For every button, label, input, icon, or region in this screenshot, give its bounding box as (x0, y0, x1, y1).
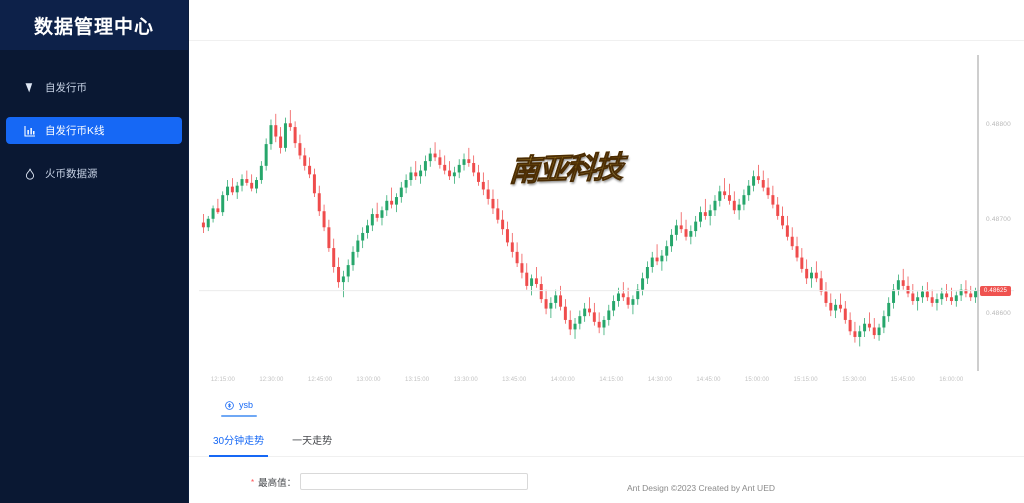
coin-tab-bar: ysb (189, 389, 1024, 423)
tab-label: ysb (239, 400, 254, 410)
tab-active-underline (221, 415, 258, 417)
x-axis-label: 15:30:00 (842, 377, 867, 383)
tab-ysb[interactable]: ysb (215, 395, 263, 417)
x-axis-label: 12:15:00 (210, 377, 235, 383)
x-axis-label: 14:30:00 (647, 377, 672, 383)
x-axis-label: 12:45:00 (307, 377, 333, 383)
candle-series (201, 110, 978, 347)
x-axis-label: 15:15:00 (793, 377, 818, 383)
x-axis-label: 13:15:00 (405, 377, 430, 383)
tabs-section: ysb 30分钟走势 一天走势 * 最高值： (189, 389, 1024, 503)
x-axis-label: 15:45:00 (890, 377, 915, 383)
sidebar-item-zifaxingbi-kline[interactable]: 自发行币K线 (6, 117, 182, 144)
line-chart-icon (24, 125, 36, 137)
tab-one-day-trend[interactable]: 一天走势 (278, 424, 346, 456)
x-axis-label: 14:00:00 (550, 377, 575, 383)
x-axis-label: 12:30:00 (259, 377, 284, 383)
content-area: 南亚科技 0.48800 0.48700 0.48600 0.48625 12:… (189, 41, 1024, 503)
x-axis-label: 16:00:00 (939, 377, 964, 383)
kline-chart[interactable]: 南亚科技 0.48800 0.48700 0.48600 0.48625 12:… (189, 41, 1024, 389)
required-asterisk: * (251, 477, 255, 487)
x-axis-label: 14:15:00 (599, 377, 624, 383)
x-axis-label: 13:00:00 (356, 377, 381, 383)
y-axis-label: 0.48800 (986, 121, 1011, 129)
max-value-label: 最高值： (258, 477, 297, 489)
fire-icon (24, 168, 36, 180)
sidebar-item-label: 自发行币 (45, 82, 87, 94)
y-axis-label: 0.48700 (986, 215, 1011, 223)
max-value-input[interactable] (300, 473, 529, 490)
main-area: 南亚科技 0.48800 0.48700 0.48600 0.48625 12:… (189, 0, 1024, 503)
x-axis-label: 14:45:00 (696, 377, 721, 383)
sidebar-item-huobi-datasource[interactable]: 火币数据源 (6, 160, 182, 187)
sidebar-item-zifaxingbi[interactable]: 自发行币 (6, 74, 182, 101)
max-value-form-row: * 最高值： (189, 473, 1024, 490)
sidebar-item-label: 自发行币K线 (45, 125, 105, 137)
y-axis-label: 0.48600 (986, 310, 1011, 318)
current-price-tag: 0.48625 (980, 285, 1012, 296)
tab-label: 一天走势 (292, 435, 333, 447)
top-bar (189, 0, 1024, 41)
x-axis-label: 13:30:00 (453, 377, 478, 383)
candlestick-plot[interactable] (189, 41, 1024, 389)
tab-30min-trend[interactable]: 30分钟走势 (199, 424, 278, 457)
sidebar-menu: 自发行币 自发行币K线 火币数据源 (0, 50, 188, 187)
range-tab-bar: 30分钟走势 一天走势 (189, 423, 1024, 457)
x-axis-label: 15:00:00 (744, 377, 770, 383)
coin-icon (225, 400, 234, 410)
app-root: 数据管理中心 自发行币 自发行币K线 火币数据源 南亚科技 0.48800 0.… (0, 0, 1024, 503)
sidebar-header: 数据管理中心 (0, 0, 188, 50)
sidebar: 数据管理中心 自发行币 自发行币K线 火币数据源 (0, 0, 189, 503)
app-title: 数据管理中心 (33, 16, 154, 38)
tag-icon (24, 82, 36, 94)
x-axis-label: 13:45:00 (502, 377, 527, 383)
tab-label: 30分钟走势 (213, 435, 265, 447)
sidebar-item-label: 火币数据源 (45, 168, 98, 180)
